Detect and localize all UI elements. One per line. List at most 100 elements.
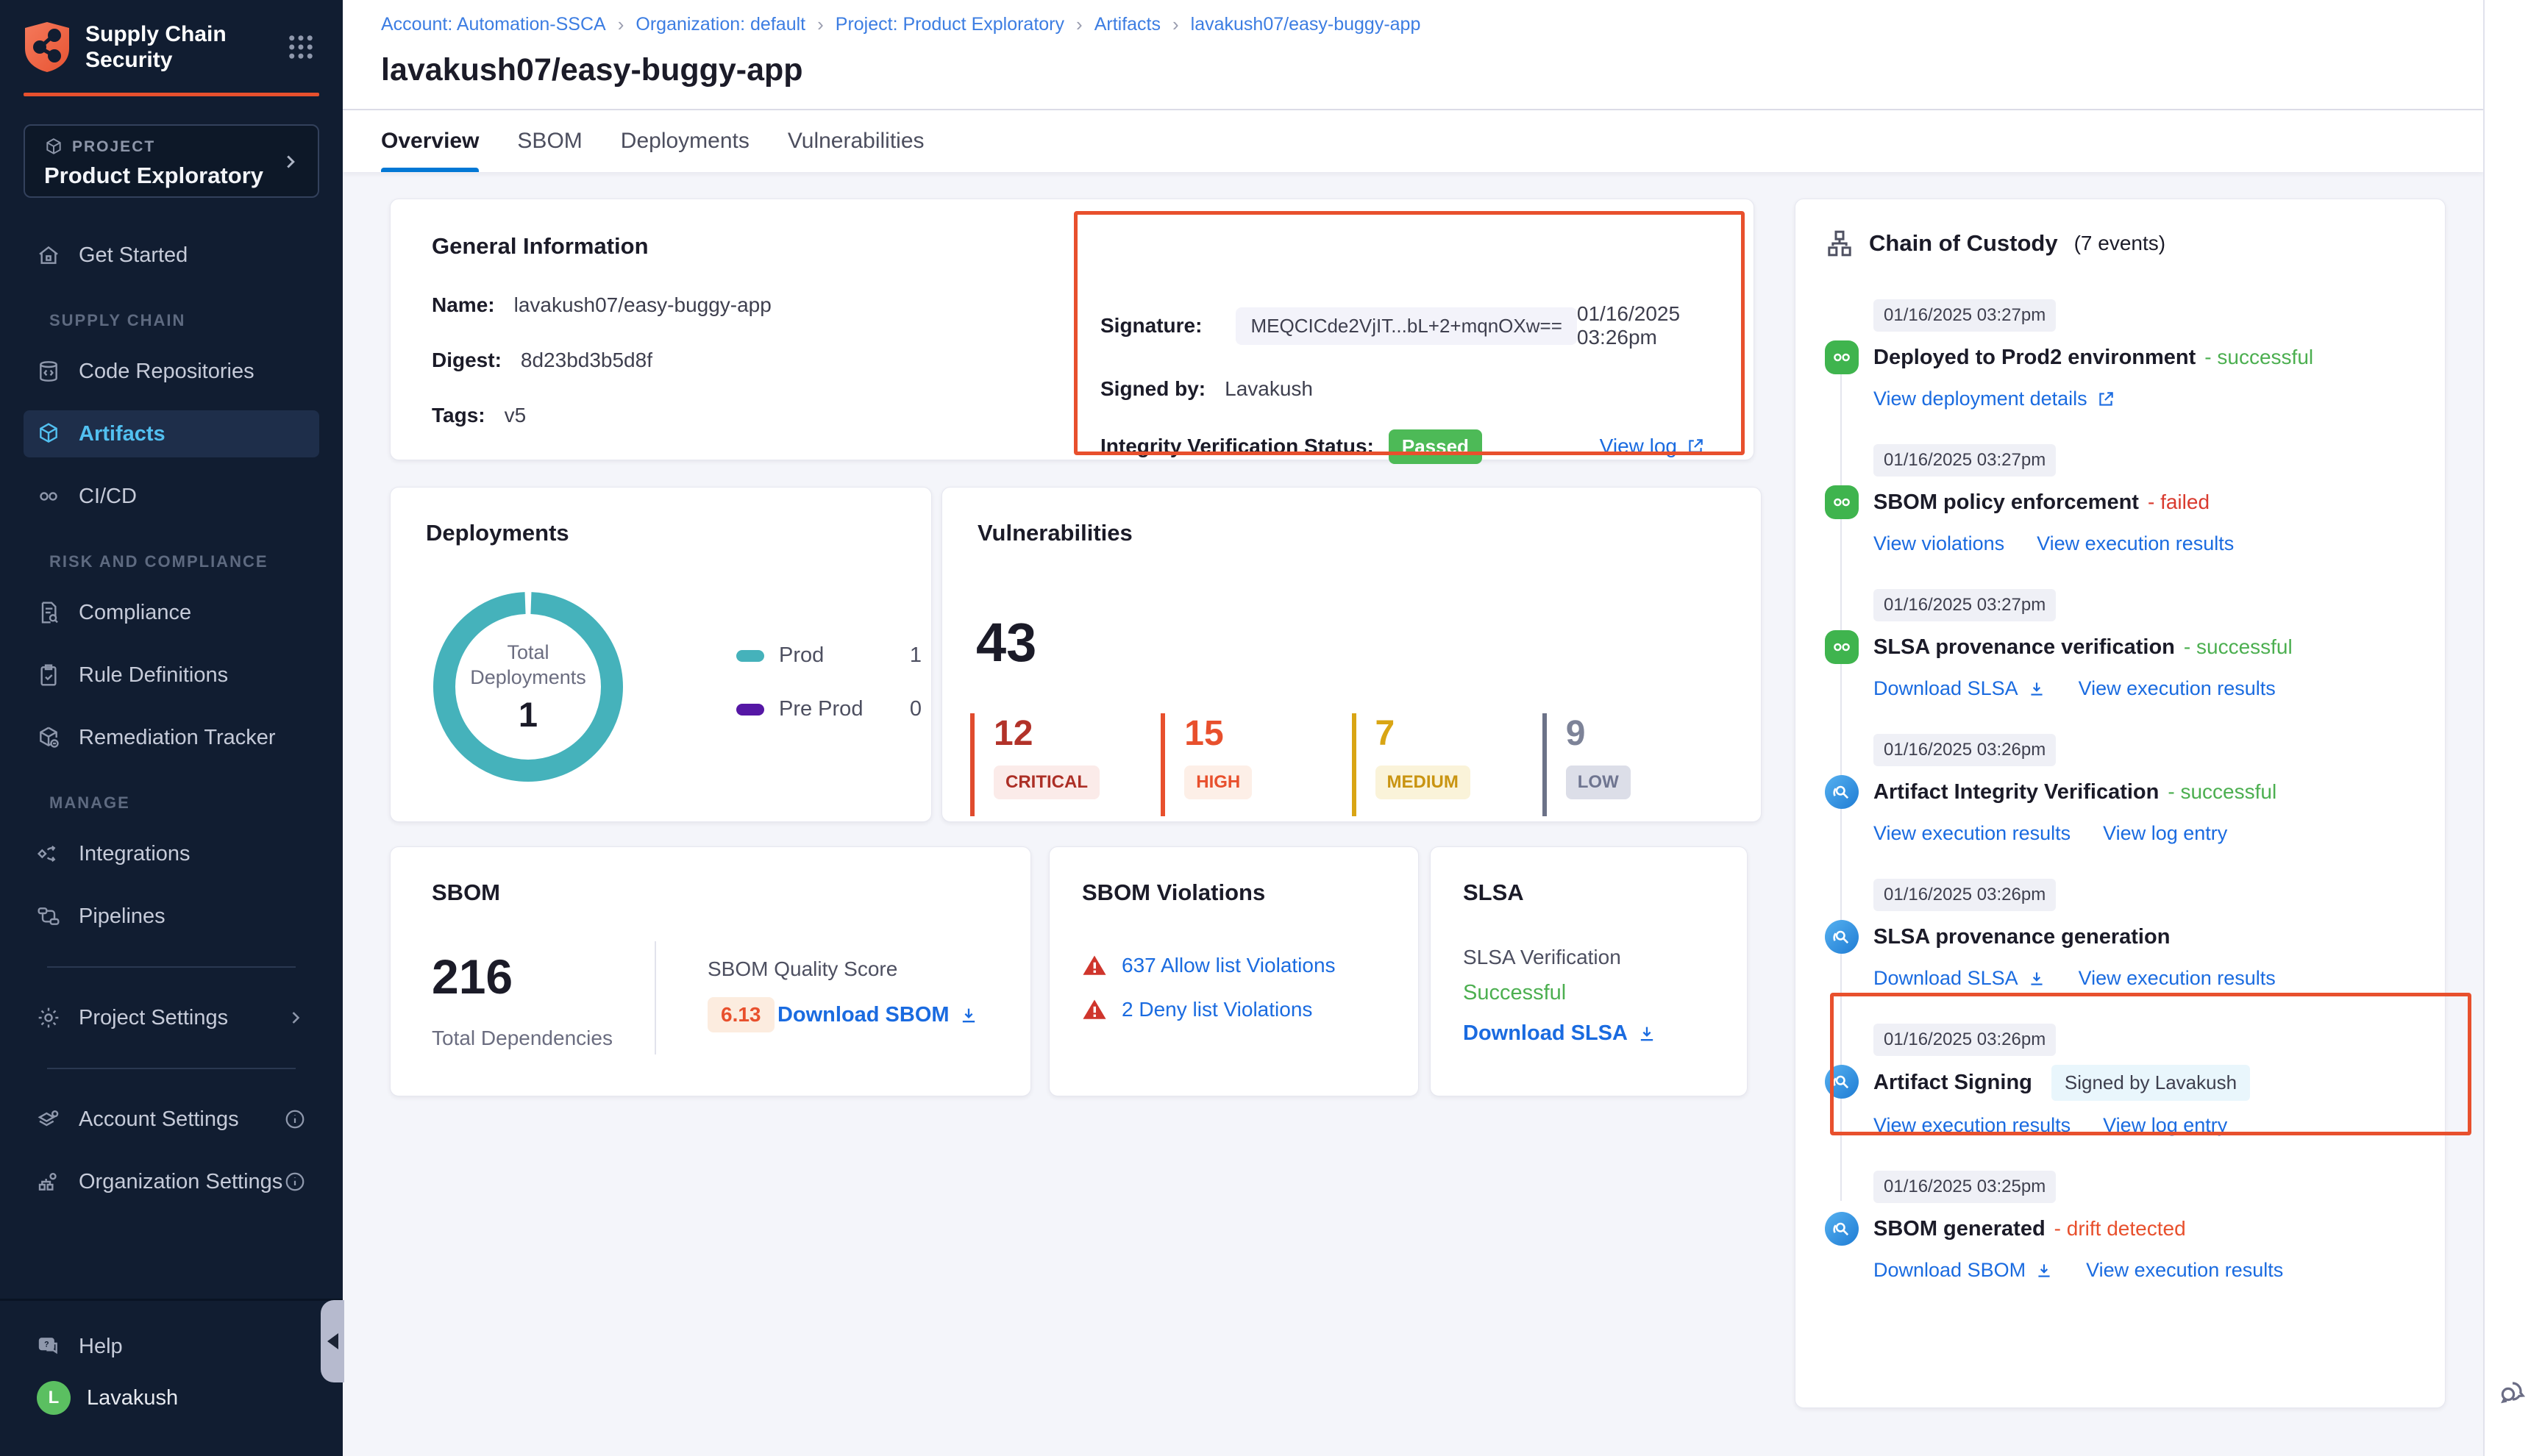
legend-item-preprod: Pre Prod 0	[736, 697, 922, 721]
breadcrumb-separator: ›	[618, 13, 624, 36]
main-area: Account: Automation-SSCA › Organization:…	[343, 0, 2483, 1456]
deny-list-violations-row: 2 Deny list Violations	[1082, 997, 1386, 1022]
user-menu[interactable]: L Lavakush	[24, 1374, 319, 1421]
breadcrumb-organization[interactable]: Organization: default	[636, 14, 805, 35]
cube-icon	[37, 422, 60, 446]
warning-icon	[1082, 997, 1107, 1022]
breadcrumb-current[interactable]: lavakush07/easy-buggy-app	[1191, 14, 1421, 35]
allow-list-violations-link[interactable]: 637 Allow list Violations	[1122, 954, 1336, 977]
sidebar-item-label: Code Repositories	[79, 360, 254, 384]
feedback-chat-icon[interactable]	[2496, 1375, 2532, 1410]
external-link-icon	[1686, 437, 1705, 456]
download-slsa-link[interactable]: Download SLSA	[1463, 1021, 1657, 1046]
sidebar-item-get-started[interactable]: Get Started	[24, 232, 319, 279]
sbom-violations-card: SBOM Violations 637 Allow list Violation…	[1049, 846, 1419, 1096]
sidebar-item-help[interactable]: ? Help	[24, 1323, 319, 1370]
allow-list-violations-row: 637 Allow list Violations	[1082, 953, 1386, 978]
view-execution-results-link[interactable]: View execution results	[2079, 967, 2276, 990]
chevron-right-icon	[280, 151, 302, 173]
download-slsa-link[interactable]: Download SLSA	[1873, 677, 2046, 700]
sidebar-collapse-handle[interactable]	[321, 1300, 344, 1382]
event-title: SLSA provenance verification	[1873, 635, 2175, 660]
breadcrumb-separator: ›	[1172, 13, 1179, 36]
document-search-icon	[37, 601, 60, 624]
card-title: Deployments	[426, 520, 896, 546]
timeline-event-artifact-integrity: 01/16/2025 03:26pm Artifact Integrity Ve…	[1825, 734, 2418, 845]
download-slsa-link[interactable]: Download SLSA	[1873, 967, 2046, 990]
sidebar-divider	[47, 966, 296, 968]
breadcrumb-artifacts[interactable]: Artifacts	[1094, 14, 1161, 35]
sidebar-item-label: Remediation Tracker	[79, 726, 276, 750]
severity-badge: HIGH	[1184, 766, 1252, 799]
tab-sbom[interactable]: SBOM	[517, 110, 582, 172]
slsa-card: SLSA SLSA Verification Successful Downlo…	[1430, 846, 1748, 1096]
severity-badge: CRITICAL	[994, 766, 1100, 799]
download-icon	[958, 1005, 979, 1026]
sidebar-item-code-repositories[interactable]: Code Repositories	[24, 348, 319, 395]
view-execution-results-link[interactable]: View execution results	[1873, 1114, 2071, 1137]
app-switcher-grid-icon[interactable]	[285, 32, 316, 63]
event-title: Artifact Integrity Verification	[1873, 780, 2159, 804]
scan-event-icon	[1825, 1212, 1859, 1246]
download-sbom-link[interactable]: Download SBOM	[1873, 1259, 2054, 1282]
view-execution-results-link[interactable]: View execution results	[1873, 822, 2071, 845]
timeline-event-sbom-policy: 01/16/2025 03:27pm SBOM policy enforceme…	[1825, 444, 2418, 555]
event-title: SBOM policy enforcement	[1873, 490, 2139, 515]
breadcrumb: Account: Automation-SSCA › Organization:…	[343, 0, 2483, 36]
sidebar-item-compliance[interactable]: Compliance	[24, 589, 319, 636]
sidebar-item-integrations[interactable]: Integrations	[24, 830, 319, 877]
breadcrumb-project[interactable]: Project: Product Exploratory	[836, 14, 1064, 35]
sidebar-section-risk: RISK AND COMPLIANCE	[49, 552, 319, 571]
avatar: L	[37, 1381, 71, 1415]
signature-value: MEQCICde2VjIT...bL+2+mqnOXw==	[1236, 307, 1576, 345]
severity-badge: LOW	[1566, 766, 1631, 799]
layers-gear-icon	[37, 1107, 60, 1131]
view-execution-results-link[interactable]: View execution results	[2079, 677, 2276, 700]
view-violations-link[interactable]: View violations	[1873, 532, 2004, 555]
scan-event-icon	[1825, 920, 1859, 954]
view-execution-results-link[interactable]: View execution results	[2037, 532, 2234, 555]
sidebar-item-cicd[interactable]: CI/CD	[24, 473, 319, 520]
sidebar-item-label: Get Started	[79, 243, 188, 268]
sidebar-item-label: Pipelines	[79, 904, 165, 929]
view-deployment-details-link[interactable]: View deployment details	[1873, 388, 2115, 410]
sidebar-item-organization-settings[interactable]: Organization Settings	[24, 1158, 319, 1205]
tab-vulnerabilities[interactable]: Vulnerabilities	[788, 110, 925, 172]
donut-total: 1	[519, 694, 538, 735]
sidebar-divider	[47, 1068, 296, 1069]
view-log-entry-link[interactable]: View log entry	[2103, 1114, 2227, 1137]
chain-of-custody-card: Chain of Custody (7 events) 01/16/2025 0…	[1795, 199, 2446, 1408]
card-title: SLSA	[1463, 879, 1715, 906]
event-timeline: 01/16/2025 03:27pm Deployed to Prod2 env…	[1825, 299, 2418, 1282]
slsa-status: Successful	[1463, 981, 1715, 1005]
sidebar-item-rule-definitions[interactable]: Rule Definitions	[24, 652, 319, 699]
timeline-event-slsa-verification: 01/16/2025 03:27pm SLSA provenance verif…	[1825, 589, 2418, 700]
sidebar-item-account-settings[interactable]: Account Settings	[24, 1096, 319, 1143]
sidebar-item-label: Rule Definitions	[79, 663, 228, 688]
tab-deployments[interactable]: Deployments	[621, 110, 750, 172]
event-timestamp: 01/16/2025 03:27pm	[1873, 299, 2056, 332]
view-log-link[interactable]: View log	[1600, 435, 1705, 458]
download-sbom-link[interactable]: Download SBOM	[777, 1003, 979, 1027]
event-timestamp: 01/16/2025 03:26pm	[1873, 734, 2056, 766]
tab-overview[interactable]: Overview	[381, 110, 479, 172]
legend-swatch	[736, 650, 764, 662]
pipeline-event-icon	[1825, 630, 1859, 664]
deployments-donut-chart: Total Deployments 1	[433, 592, 623, 782]
sidebar-item-remediation-tracker[interactable]: Remediation Tracker	[24, 714, 319, 761]
breadcrumb-account[interactable]: Account: Automation-SSCA	[381, 14, 606, 35]
svg-text:?: ?	[44, 1341, 49, 1349]
sidebar-item-pipelines[interactable]: Pipelines	[24, 893, 319, 940]
timeline-event-deployed-prod2: 01/16/2025 03:27pm Deployed to Prod2 env…	[1825, 299, 2418, 410]
project-selector[interactable]: PROJECT Product Exploratory	[24, 124, 319, 198]
sidebar-item-artifacts[interactable]: Artifacts	[24, 410, 319, 457]
event-status: - successful	[2168, 780, 2276, 804]
deny-list-violations-link[interactable]: 2 Deny list Violations	[1122, 998, 1312, 1021]
view-execution-results-link[interactable]: View execution results	[2086, 1259, 2283, 1282]
code-repo-icon	[37, 360, 60, 383]
view-log-entry-link[interactable]: View log entry	[2103, 822, 2227, 845]
download-icon	[2027, 969, 2046, 988]
app-logo-shield-icon	[24, 21, 71, 74]
event-timestamp: 01/16/2025 03:27pm	[1873, 589, 2056, 621]
sidebar-item-project-settings[interactable]: Project Settings	[24, 994, 319, 1041]
